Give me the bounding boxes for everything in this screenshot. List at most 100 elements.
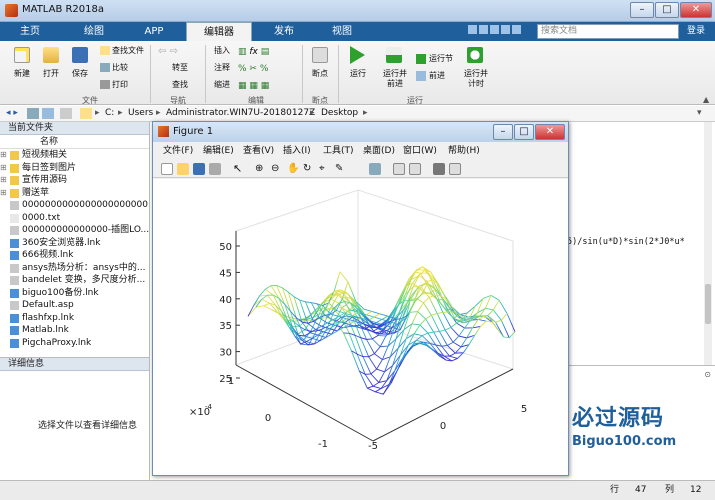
file-list-item[interactable]: PigchaProxy.lnk: [0, 337, 149, 350]
file-list-item[interactable]: Default.asp: [0, 299, 149, 312]
qa-cut-icon[interactable]: [479, 25, 488, 34]
new-icon[interactable]: [14, 47, 30, 63]
file-list-item[interactable]: Matlab.lnk: [0, 324, 149, 337]
tab-plots[interactable]: 绘图: [68, 22, 120, 41]
path-part[interactable]: Desktop: [321, 106, 358, 121]
zoom-in-icon[interactable]: ⊕: [255, 163, 267, 175]
expand-folder-icon[interactable]: ⊞: [0, 174, 7, 187]
path-part[interactable]: Users: [128, 106, 153, 121]
menu-edit[interactable]: 编辑(E): [203, 143, 234, 159]
up-folder-icon[interactable]: [27, 108, 39, 119]
find-button[interactable]: 查找: [172, 80, 188, 90]
nav-arrows-icon[interactable]: ◂ ▸: [6, 106, 18, 121]
compare-button[interactable]: 比较: [112, 63, 128, 73]
indent-button[interactable]: 缩进: [214, 80, 230, 90]
menu-help[interactable]: 帮助(H): [448, 143, 480, 159]
file-list-item[interactable]: 360安全浏览器.lnk: [0, 237, 149, 250]
qa-help-icon[interactable]: [512, 25, 521, 34]
data-cursor-icon[interactable]: ⌖: [319, 163, 331, 175]
figure-window[interactable]: Figure 1 – □ ✕ 文件(F) 编辑(E) 查看(V) 插入(I) 工…: [152, 121, 569, 476]
browse-folder-icon[interactable]: [42, 108, 54, 119]
maximize-button[interactable]: □: [655, 2, 679, 18]
scrollbar-thumb[interactable]: [705, 284, 711, 324]
menu-tools[interactable]: 工具(T): [323, 143, 354, 159]
qa-save-icon[interactable]: [468, 25, 477, 34]
save-icon[interactable]: [72, 47, 88, 63]
new-figure-icon[interactable]: [161, 163, 173, 175]
tab-editor[interactable]: 编辑器: [186, 22, 252, 41]
expand-folder-icon[interactable]: ⊞: [0, 162, 7, 175]
minimize-button[interactable]: –: [630, 2, 654, 18]
print-button[interactable]: 打印: [112, 80, 128, 90]
breakpoints-button[interactable]: 断点: [305, 69, 335, 79]
pan-icon[interactable]: ✋: [287, 163, 299, 175]
qa-copy-icon[interactable]: [490, 25, 499, 34]
expand-folder-icon[interactable]: ⊞: [0, 187, 7, 200]
new-button[interactable]: 新建: [6, 69, 38, 79]
run-section-button[interactable]: 运行节: [429, 54, 453, 64]
colorbar-icon[interactable]: [393, 163, 405, 175]
file-list-item[interactable]: ⊞ 赠送苹: [0, 187, 149, 200]
file-list-item[interactable]: ⊞ 每日签到图片: [0, 162, 149, 175]
pointer-icon[interactable]: ↖: [233, 163, 245, 175]
tab-home[interactable]: 主页: [6, 22, 54, 41]
find-files-button[interactable]: 查找文件: [112, 46, 144, 56]
show-plot-tools-icon[interactable]: [449, 163, 461, 175]
file-list-item[interactable]: flashfxp.lnk: [0, 312, 149, 325]
file-list-item[interactable]: bandelet 变换，多尺度分析...: [0, 274, 149, 287]
save-figure-icon[interactable]: [193, 163, 205, 175]
qa-undo-icon[interactable]: [501, 25, 510, 34]
name-column-header[interactable]: 名称: [0, 135, 149, 149]
tab-apps[interactable]: APP: [128, 22, 180, 41]
tab-publish[interactable]: 发布: [258, 22, 310, 41]
file-list-item[interactable]: 666视频.lnk: [0, 249, 149, 262]
scrollbar[interactable]: [704, 122, 712, 367]
expand-folder-icon[interactable]: ⊞: [0, 149, 7, 162]
open-file-icon[interactable]: [177, 163, 189, 175]
advance-button[interactable]: 前进: [429, 71, 445, 81]
open-folder-icon[interactable]: [43, 47, 59, 63]
comment-button[interactable]: 注释: [214, 63, 230, 73]
menu-desktop[interactable]: 桌面(D): [363, 143, 395, 159]
menu-window[interactable]: 窗口(W): [403, 143, 437, 159]
legend-icon[interactable]: [409, 163, 421, 175]
run-advance-icon[interactable]: [386, 47, 402, 63]
back-forward-icon[interactable]: ⇦ ⇨: [158, 46, 182, 57]
address-dropdown-icon[interactable]: ▾: [697, 106, 702, 121]
search-docs-input[interactable]: 搜索文档: [537, 24, 679, 39]
file-list-item[interactable]: 0000.txt: [0, 212, 149, 225]
rotate-3d-icon[interactable]: ↻: [303, 163, 315, 175]
breakpoints-icon[interactable]: [312, 47, 328, 63]
goto-button[interactable]: 转至: [172, 63, 188, 73]
close-button[interactable]: ✕: [680, 2, 712, 18]
brush-icon[interactable]: ✎: [335, 163, 347, 175]
print-figure-icon[interactable]: [209, 163, 221, 175]
run-advance-button[interactable]: 运行并 前进: [378, 69, 412, 89]
file-list-item[interactable]: 0000000000000000000000...: [0, 199, 149, 212]
zoom-out-icon[interactable]: ⊖: [271, 163, 283, 175]
path-part[interactable]: C:: [105, 106, 114, 121]
edit-tools-icons[interactable]: ▥ fx ▤% ✂ % ▦ ▦ ▦: [238, 44, 298, 94]
figure-canvas[interactable]: 50 45 40 35 30 25 1 0 -1 5 0 -5 ×10 -4: [153, 179, 568, 475]
figure-minimize-button[interactable]: –: [493, 124, 513, 140]
menu-view[interactable]: 查看(V): [243, 143, 274, 159]
file-list-item[interactable]: ⊞ 宣传用源码: [0, 174, 149, 187]
file-list-item[interactable]: ⊞ 短视频相关: [0, 149, 149, 162]
file-list-item[interactable]: ansys热场分析：ansys中的...: [0, 262, 149, 275]
surface-plot[interactable]: 504540353025 10-1 50-5 ×10 -4: [153, 179, 568, 475]
tab-view[interactable]: 视图: [316, 22, 368, 41]
menu-insert[interactable]: 插入(I): [283, 143, 311, 159]
hide-plot-tools-icon[interactable]: [433, 163, 445, 175]
insert-button[interactable]: 插入: [214, 46, 230, 56]
panel-menu-icon[interactable]: ⊙: [704, 370, 711, 379]
open-button[interactable]: 打开: [35, 69, 67, 79]
run-time-icon[interactable]: [467, 47, 483, 63]
collapse-ribbon-icon[interactable]: ▲: [703, 95, 709, 104]
run-icon[interactable]: [350, 46, 365, 64]
menu-file[interactable]: 文件(F): [163, 143, 193, 159]
login-button[interactable]: 登录: [682, 24, 710, 39]
save-button[interactable]: 保存: [64, 69, 96, 79]
run-time-button[interactable]: 运行并 计时: [459, 69, 493, 89]
history-icon[interactable]: [60, 108, 72, 119]
figure-maximize-button[interactable]: □: [514, 124, 534, 140]
